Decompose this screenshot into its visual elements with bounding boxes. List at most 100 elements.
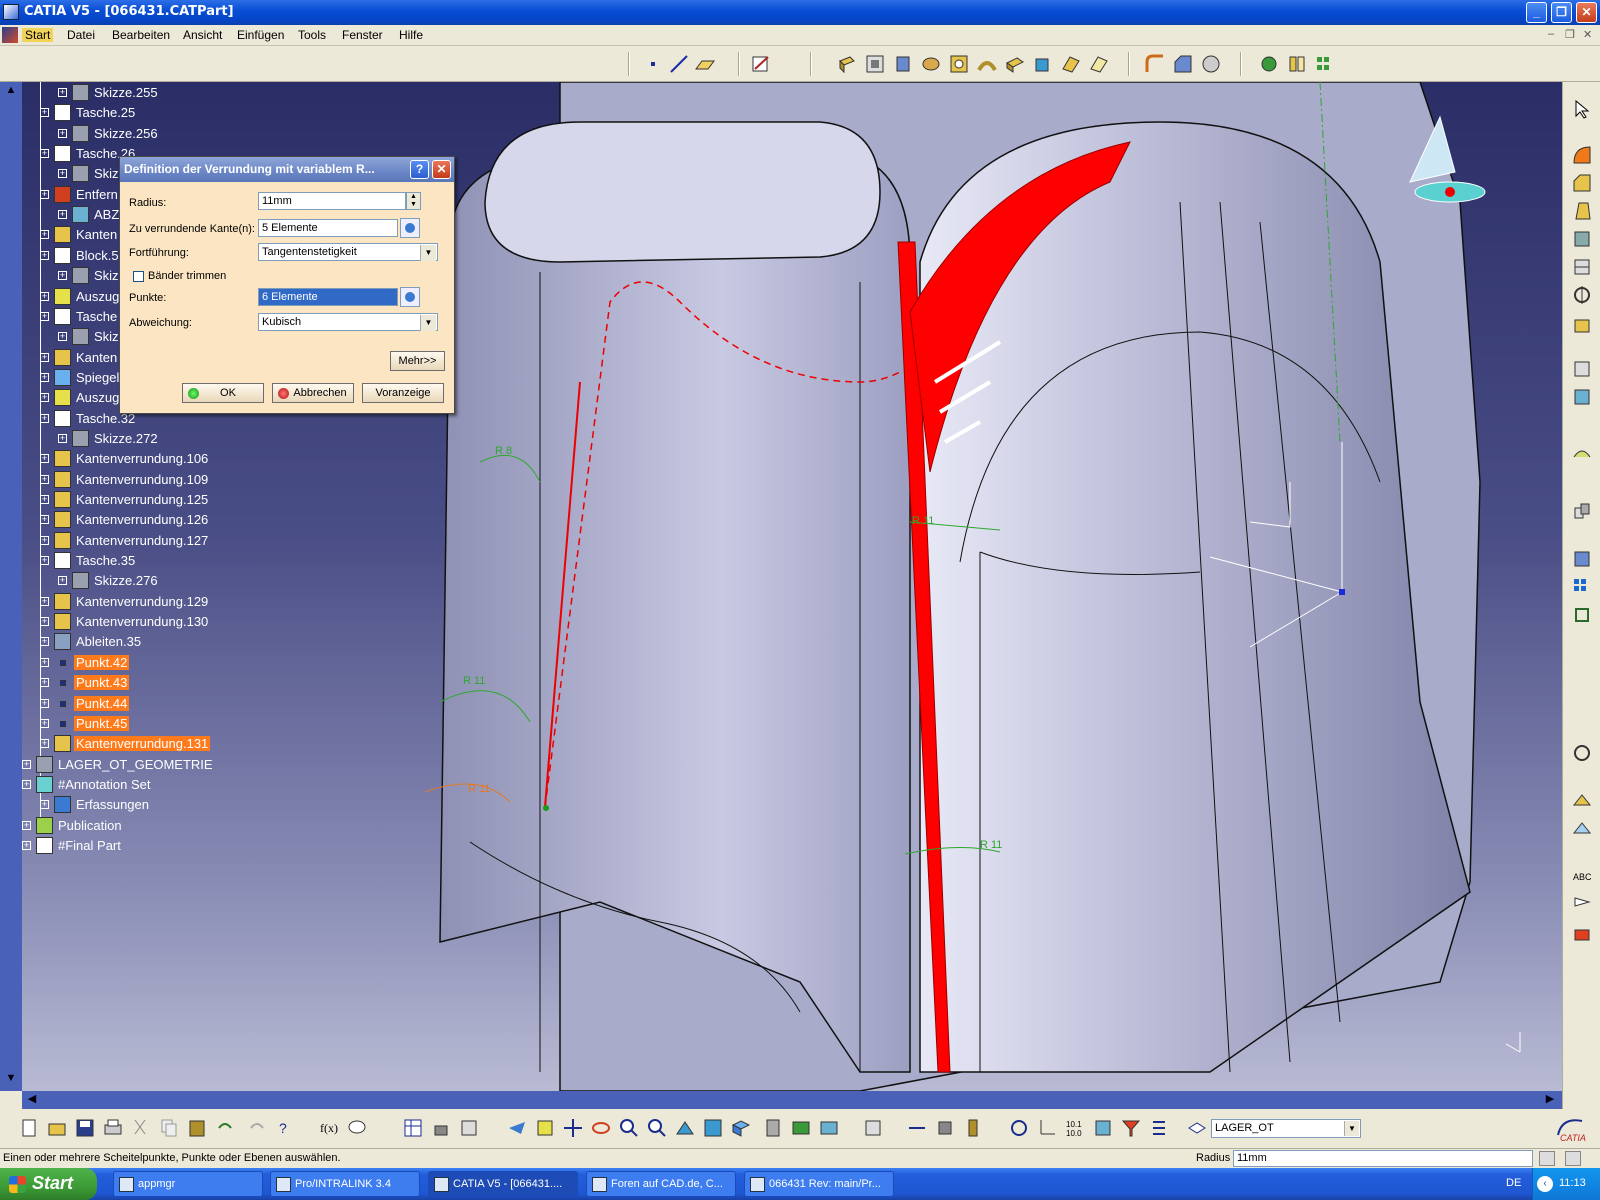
edges-selection-icon[interactable] (400, 218, 420, 238)
sew-icon[interactable] (1571, 386, 1593, 408)
doc-close-button[interactable]: ✕ (1583, 28, 1592, 41)
tree-node-label[interactable]: Skizze.272 (92, 431, 160, 446)
expand-icon[interactable]: + (22, 759, 31, 769)
chevron-down-icon[interactable]: ▼ (420, 315, 436, 331)
pan-icon[interactable] (562, 1117, 584, 1139)
line-icon[interactable] (668, 53, 690, 75)
doc-minimize-button[interactable]: – (1548, 28, 1554, 40)
tree-node-label[interactable]: #Final Part (56, 838, 123, 853)
expand-icon[interactable]: + (40, 678, 49, 688)
shading-icon[interactable] (762, 1117, 784, 1139)
copy-icon[interactable] (158, 1117, 180, 1139)
annotation-plane-icon[interactable] (1571, 818, 1593, 840)
scroll-left-icon[interactable]: ◀ (24, 1092, 40, 1108)
expand-icon[interactable]: + (40, 311, 49, 321)
expand-icon[interactable]: + (40, 393, 49, 403)
points-field[interactable]: 6 Elemente (258, 288, 398, 306)
tree-node-label[interactable]: Kantenverrundung.129 (74, 594, 210, 609)
expand-icon[interactable]: + (22, 840, 31, 850)
formula-icon[interactable]: f(x) (318, 1117, 340, 1139)
tree-node-label[interactable]: Ableiten.35 (74, 634, 143, 649)
comment-icon[interactable] (346, 1117, 368, 1139)
list-icon[interactable] (1148, 1117, 1170, 1139)
axis-icon[interactable] (1036, 1117, 1058, 1139)
tree-node-label[interactable]: Kantenverrundung.126 (74, 512, 210, 527)
catia-app-icon[interactable] (3, 4, 19, 20)
expand-icon[interactable]: + (58, 271, 67, 281)
expand-icon[interactable]: + (40, 596, 49, 606)
measure-between-icon[interactable] (906, 1117, 928, 1139)
expand-icon[interactable]: + (58, 332, 67, 342)
expand-icon[interactable]: + (40, 718, 49, 728)
undo-icon[interactable] (214, 1117, 236, 1139)
scroll-down-icon[interactable]: ▼ (3, 1072, 19, 1088)
tree-node-label[interactable]: Block.5 (74, 248, 121, 263)
swap-space-icon[interactable] (818, 1117, 840, 1139)
mirror-icon[interactable] (1286, 53, 1308, 75)
dialog-title-bar[interactable]: Definition der Verrundung mit variablem … (120, 157, 454, 182)
preview-button[interactable]: Voranzeige (362, 383, 444, 403)
tree-node-label[interactable]: #Annotation Set (56, 777, 153, 792)
filter-icon[interactable] (1120, 1117, 1142, 1139)
split-icon[interactable] (1571, 358, 1593, 380)
tree-node-label[interactable]: Kantenverrundung.131 (74, 736, 211, 752)
tree-node-label[interactable]: Punkt.43 (74, 675, 130, 691)
annotation-tool-icon[interactable] (1571, 790, 1593, 812)
measure-item-icon[interactable] (934, 1117, 956, 1139)
measure-icon[interactable] (1571, 742, 1593, 764)
zoom-out-icon[interactable] (646, 1117, 668, 1139)
thread-icon[interactable] (1571, 284, 1593, 306)
menu-datei[interactable]: Datei (64, 28, 98, 42)
help-button[interactable]: ? (410, 160, 429, 179)
chamfer-tool-icon[interactable] (1571, 172, 1593, 194)
expand-icon[interactable]: + (40, 372, 49, 382)
expand-icon[interactable]: + (40, 250, 49, 260)
tree-node-label[interactable]: ABZ (92, 207, 121, 222)
vertical-scrollbar[interactable]: ▲ ▼ (0, 82, 22, 1091)
tree-node-label[interactable]: Publication (56, 818, 124, 833)
language-indicator[interactable]: DE (1506, 1177, 1521, 1189)
thickness-icon[interactable] (1571, 256, 1593, 278)
expand-icon[interactable]: + (40, 535, 49, 545)
propagation-select[interactable]: Tangentenstetigkeit ▼ (258, 243, 438, 261)
tree-node-label[interactable]: Spiegel (74, 370, 121, 385)
cancel-button[interactable]: Abbrechen (272, 383, 354, 403)
expand-icon[interactable]: + (58, 128, 67, 138)
tree-node-label[interactable]: Skizze.255 (92, 85, 160, 100)
horizontal-scrollbar[interactable]: ◀ ▶ (22, 1091, 1562, 1109)
expand-icon[interactable]: + (40, 556, 49, 566)
cut-icon[interactable] (130, 1117, 152, 1139)
menu-hilfe[interactable]: Hilfe (396, 28, 426, 42)
tree-node-label[interactable]: LAGER_OT_GEOMETRIE (56, 757, 215, 772)
command-input-icon[interactable] (1539, 1151, 1555, 1166)
expand-icon[interactable]: + (58, 433, 67, 443)
expand-icon[interactable]: + (40, 474, 49, 484)
taskbar-item[interactable]: CATIA V5 - [066431.... (428, 1171, 578, 1197)
surface-icon[interactable] (1571, 442, 1593, 464)
expand-icon[interactable]: + (40, 617, 49, 627)
expand-icon[interactable]: + (40, 454, 49, 464)
expand-icon[interactable]: + (40, 413, 49, 423)
taskbar-item[interactable]: appmgr (113, 1171, 263, 1197)
radius-input[interactable]: 11mm (258, 192, 406, 210)
tree-node-label[interactable]: Auszug (74, 390, 121, 405)
close-button[interactable]: ✕ (1576, 2, 1597, 23)
taskbar-item[interactable]: Pro/INTRALINK 3.4 (270, 1171, 420, 1197)
select-icon[interactable] (1571, 98, 1593, 120)
pattern-icon[interactable] (1314, 53, 1336, 75)
flag-note-icon[interactable] (1571, 894, 1593, 916)
expand-icon[interactable]: + (40, 800, 49, 810)
menu-tools[interactable]: Tools (295, 28, 329, 42)
tree-node-label[interactable]: Kantenverrundung.125 (74, 492, 210, 507)
rib-icon[interactable] (976, 53, 998, 75)
tree-node-label[interactable]: Entfern (74, 187, 120, 202)
update-icon[interactable] (862, 1117, 884, 1139)
tree-node-label[interactable]: Auszug (74, 289, 121, 304)
status-radius-input[interactable]: 11mm (1233, 1150, 1533, 1167)
transform-icon[interactable] (1258, 53, 1280, 75)
tree-node-label[interactable]: Punkt.44 (74, 695, 130, 711)
chamfer-icon[interactable] (1172, 53, 1194, 75)
groove-icon[interactable] (920, 53, 942, 75)
tree-node-label[interactable]: Kantenverrundung.109 (74, 472, 210, 487)
whats-this-icon[interactable]: ? (274, 1117, 296, 1139)
